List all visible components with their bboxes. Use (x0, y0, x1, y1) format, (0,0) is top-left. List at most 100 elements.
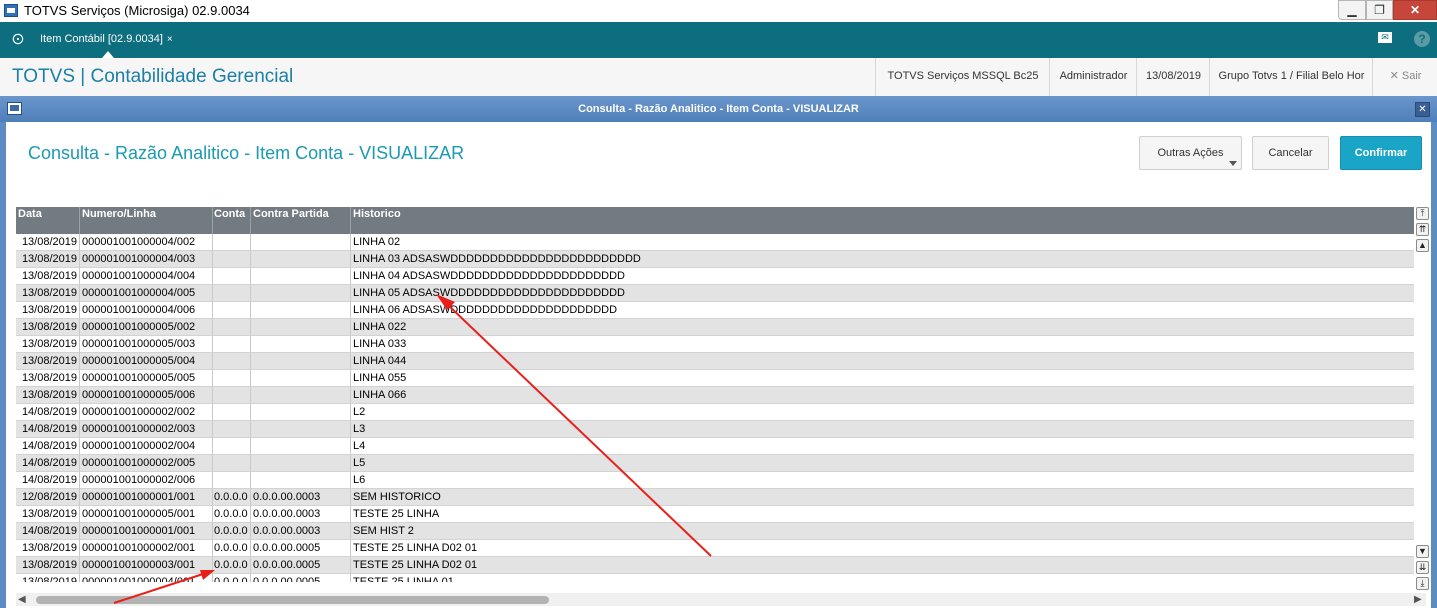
cell-historico: LINHA 066 (351, 387, 1414, 404)
cell-numero-linha: 000001001000005/006 (80, 387, 213, 404)
cell-historico: TESTE 25 LINHA D02 01 (351, 557, 1414, 574)
cell-numero-linha: 000001001000004/004 (80, 268, 213, 285)
active-tab-marker (102, 51, 114, 58)
table-row[interactable]: 13/08/2019 000001001000004/001 0.0.0.0 0.0.… (16, 574, 1414, 582)
cell-contra-partida (251, 455, 351, 472)
cell-data: 13/08/2019 (16, 370, 80, 387)
table-row[interactable]: 14/08/2019 000001001000001/001 0.0.0.0 0.0.… (16, 523, 1414, 540)
cell-historico: L3 (351, 421, 1414, 438)
confirm-button[interactable]: Confirmar (1340, 136, 1422, 170)
column-header-conta[interactable]: Conta (213, 207, 251, 234)
cell-contra-partida (251, 472, 351, 489)
table-row[interactable]: 14/08/2019 000001001000002/002 L2 (16, 404, 1414, 421)
cell-data: 13/08/2019 (16, 336, 80, 353)
cell-conta: 0.0.0.0 (213, 489, 251, 506)
scroll-down-icon[interactable]: ▼ (1416, 545, 1429, 558)
help-icon[interactable]: ? (1414, 31, 1430, 47)
cell-historico: LINHA 055 (351, 370, 1414, 387)
cell-data: 13/08/2019 (16, 540, 80, 557)
horizontal-scroll-thumb[interactable] (36, 596, 549, 604)
scroll-page-down-icon[interactable]: ⇊ (1416, 561, 1429, 574)
cell-numero-linha: 000001001000001/001 (80, 489, 213, 506)
cell-contra-partida (251, 438, 351, 455)
cell-conta (213, 234, 251, 251)
cell-data: 14/08/2019 (16, 455, 80, 472)
cell-data: 13/08/2019 (16, 353, 80, 370)
table-row[interactable]: 14/08/2019 000001001000002/003 L3 (16, 421, 1414, 438)
table-row[interactable]: 13/08/2019 000001001000004/002 LINHA 02 (16, 234, 1414, 251)
mail-icon[interactable]: ✉ (1378, 32, 1392, 43)
column-header-historico[interactable]: Historico (351, 207, 1414, 234)
cell-contra-partida (251, 234, 351, 251)
table-row[interactable]: 13/08/2019 000001001000005/006 LINHA 066 (16, 387, 1414, 404)
maximize-button[interactable]: ❐ (1366, 0, 1393, 20)
table-row[interactable]: 14/08/2019 000001001000002/005 L5 (16, 455, 1414, 472)
cell-conta (213, 302, 251, 319)
table-row[interactable]: 13/08/2019 000001001000005/004 LINHA 044 (16, 353, 1414, 370)
table-row[interactable]: 13/08/2019 000001001000004/006 LINHA 06 AD… (16, 302, 1414, 319)
close-window-button[interactable]: ✕ (1393, 0, 1437, 20)
cell-conta (213, 336, 251, 353)
cell-numero-linha: 000001001000002/001 (80, 540, 213, 557)
cell-data: 13/08/2019 (16, 302, 80, 319)
scroll-bottom-icon[interactable]: ⤓ (1416, 577, 1429, 590)
table-row[interactable]: 13/08/2019 000001001000002/001 0.0.0.0 0.0.… (16, 540, 1414, 557)
dialog-close-button[interactable]: ✕ (1415, 102, 1430, 117)
scroll-up-icon[interactable]: ▲ (1416, 239, 1429, 252)
table-row[interactable]: 13/08/2019 000001001000003/001 0.0.0.0 0.0.… (16, 557, 1414, 574)
cell-historico: TESTE 25 LINHA (351, 506, 1414, 523)
table-row[interactable]: 13/08/2019 000001001000004/004 LINHA 04 AD… (16, 268, 1414, 285)
cell-numero-linha: 000001001000005/005 (80, 370, 213, 387)
table-row[interactable]: 14/08/2019 000001001000002/006 L6 (16, 472, 1414, 489)
table-row[interactable]: 13/08/2019 000001001000005/005 LINHA 055 (16, 370, 1414, 387)
cell-numero-linha: 000001001000002/004 (80, 438, 213, 455)
cell-data: 13/08/2019 (16, 557, 80, 574)
cell-conta (213, 421, 251, 438)
scroll-page-up-icon[interactable]: ⇈ (1416, 223, 1429, 236)
table-row[interactable]: 13/08/2019 000001001000004/005 LINHA 05 AD… (16, 285, 1414, 302)
other-actions-label: Outras Ações (1157, 147, 1224, 159)
cell-contra-partida (251, 336, 351, 353)
horizontal-scrollbar[interactable]: ◀ ▶ (16, 593, 1426, 606)
date-info: 13/08/2019 (1136, 58, 1210, 96)
cancel-button[interactable]: Cancelar (1252, 136, 1329, 170)
table-row[interactable]: 13/08/2019 000001001000004/003 LINHA 03 AD… (16, 251, 1414, 268)
cell-contra-partida (251, 421, 351, 438)
grid-header: Data Numero/Linha Conta Contra Partida H… (16, 207, 1414, 234)
logout-button[interactable]: ✕ Sair (1372, 58, 1437, 96)
scroll-left-icon[interactable]: ◀ (18, 593, 26, 606)
cell-data: 13/08/2019 (16, 285, 80, 302)
cell-data: 14/08/2019 (16, 404, 80, 421)
cell-contra-partida (251, 387, 351, 404)
cell-historico: LINHA 044 (351, 353, 1414, 370)
column-header-contra-partida[interactable]: Contra Partida (251, 207, 351, 234)
scroll-right-icon[interactable]: ▶ (1414, 593, 1422, 606)
minimize-button[interactable]: ▁ (1338, 0, 1366, 20)
cell-numero-linha: 000001001000003/001 (80, 557, 213, 574)
cell-numero-linha: 000001001000004/001 (80, 574, 213, 582)
cell-contra-partida (251, 404, 351, 421)
other-actions-button[interactable]: Outras Ações (1139, 136, 1242, 170)
table-row[interactable]: 14/08/2019 000001001000002/004 L4 (16, 438, 1414, 455)
cell-data: 13/08/2019 (16, 268, 80, 285)
table-row[interactable]: 12/08/2019 000001001000001/001 0.0.0.0 0.0.… (16, 489, 1414, 506)
cell-contra-partida: 0.0.0.00.0003 (251, 523, 351, 540)
column-header-data[interactable]: Data (16, 207, 80, 234)
totvs-logo-icon[interactable]: ⊙ (9, 31, 27, 49)
tab-close-icon[interactable]: × (167, 34, 173, 45)
tab-item-contabil[interactable]: Item Contábil [02.9.0034] × (40, 30, 173, 58)
cell-numero-linha: 000001001000002/006 (80, 472, 213, 489)
cell-numero-linha: 000001001000002/005 (80, 455, 213, 472)
cell-contra-partida: 0.0.0.00.0003 (251, 489, 351, 506)
cell-numero-linha: 000001001000005/001 (80, 506, 213, 523)
cell-historico: SEM HISTORICO (351, 489, 1414, 506)
column-header-numero-linha[interactable]: Numero/Linha (80, 207, 213, 234)
scroll-top-icon[interactable]: ⤒ (1416, 207, 1429, 220)
cell-conta: 0.0.0.0 (213, 574, 251, 582)
table-row[interactable]: 13/08/2019 000001001000005/003 LINHA 033 (16, 336, 1414, 353)
table-row[interactable]: 13/08/2019 000001001000005/002 LINHA 022 (16, 319, 1414, 336)
table-row[interactable]: 13/08/2019 000001001000005/001 0.0.0.0 0.0.… (16, 506, 1414, 523)
cell-numero-linha: 000001001000001/001 (80, 523, 213, 540)
cell-historico: SEM HIST 2 (351, 523, 1414, 540)
cell-conta (213, 404, 251, 421)
